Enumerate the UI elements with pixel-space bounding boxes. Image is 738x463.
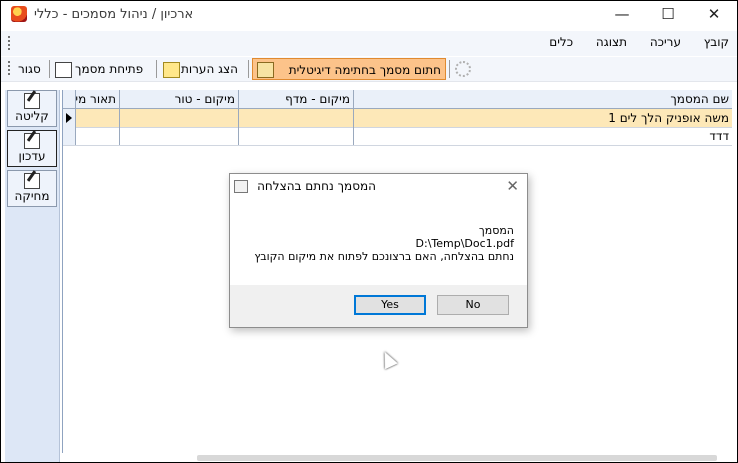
- menu-view[interactable]: תצוגה: [596, 35, 627, 49]
- no-button[interactable]: No: [437, 295, 509, 315]
- toolbar-separator: [449, 60, 450, 78]
- dialog-close-icon[interactable]: ✕: [506, 177, 519, 195]
- dialog-app-icon: [234, 180, 248, 193]
- grid-header: שם המסמך מיקום - מדף מיקום - טור תאור מי: [63, 90, 732, 109]
- menu-bar: קובץ עריכה תצוגה כלים: [1, 31, 737, 56]
- toolbar-separator: [49, 60, 50, 78]
- dialog-title: המסמך נחתם בהצלחה: [257, 179, 376, 193]
- open-document-icon: [55, 62, 72, 78]
- menu-edit[interactable]: עריכה: [650, 35, 681, 49]
- dialog-line-document: המסמך: [478, 224, 514, 237]
- yes-button[interactable]: Yes: [354, 295, 426, 315]
- toolbar-separator: [156, 60, 157, 78]
- cell-shelf[interactable]: [238, 109, 353, 127]
- window-title: ארכיון / ניהול מסמכים - כללי: [34, 7, 194, 22]
- show-notes-button[interactable]: הצג הערות: [181, 58, 238, 80]
- main-window: ארכיון / ניהול מסמכים - כללי — ☐ ✕ קובץ …: [0, 0, 738, 463]
- cell-column[interactable]: [119, 127, 238, 145]
- update-icon: [24, 133, 40, 149]
- cell-document-name[interactable]: משה אופניק הלך לים 1: [353, 109, 732, 127]
- add-label: קליטה: [15, 109, 49, 123]
- menu-grip-icon[interactable]: [7, 35, 11, 51]
- update-button[interactable]: עדכון: [7, 130, 57, 167]
- toolbar-separator: [248, 60, 249, 78]
- column-header-document-name[interactable]: שם המסמך: [353, 90, 732, 108]
- table-row[interactable]: דדד: [63, 127, 732, 146]
- close-window-button[interactable]: ✕: [691, 1, 737, 30]
- table-row[interactable]: משה אופניק הלך לים 1: [63, 109, 732, 128]
- update-label: עדכון: [18, 149, 46, 163]
- cell-shelf[interactable]: [238, 127, 353, 145]
- settings-gear-icon: [455, 61, 471, 77]
- cell-column[interactable]: [119, 109, 238, 127]
- delete-button[interactable]: מחיקה: [7, 170, 57, 207]
- add-icon: [24, 93, 40, 109]
- close-button[interactable]: סגור: [18, 58, 41, 80]
- digital-sign-label: חתום מסמך בחתימה דיגיטלית: [288, 63, 441, 77]
- title-bar: ארכיון / ניהול מסמכים - כללי — ☐ ✕: [1, 1, 737, 30]
- menu-items: קובץ עריכה תצוגה כלים: [530, 35, 729, 49]
- toolbar-grip-icon[interactable]: [7, 60, 11, 76]
- open-document-button[interactable]: פתיחת מסמך: [75, 58, 143, 80]
- add-button[interactable]: קליטה: [7, 90, 57, 127]
- notes-icon: [163, 62, 180, 78]
- maximize-button[interactable]: ☐: [645, 1, 691, 30]
- dialog-message: המסמך D:\Temp\Doc1.pdf נחתם בהצלחה, האם …: [254, 224, 514, 263]
- app-icon: [11, 6, 27, 22]
- horizontal-scrollbar[interactable]: [62, 453, 732, 462]
- sign-success-dialog: המסמך נחתם בהצלחה ✕ המסמך D:\Temp\Doc1.p…: [229, 173, 528, 328]
- dialog-line-question: נחתם בהצלחה, האם ברצונכם לפתוח את מיקום …: [254, 250, 514, 263]
- column-header-shelf[interactable]: מיקום - מדף: [238, 90, 353, 108]
- cell-description[interactable]: [75, 109, 119, 127]
- dialog-footer: Yes No: [230, 285, 527, 327]
- delete-label: מחיקה: [14, 189, 50, 203]
- column-header-description[interactable]: תאור מי: [75, 90, 119, 108]
- scroll-thumb[interactable]: [197, 455, 717, 461]
- digital-sign-button[interactable]: חתום מסמך בחתימה דיגיטלית: [252, 58, 446, 80]
- sign-pen-icon: [257, 62, 274, 78]
- toolbar: סגור פתיחת מסמך הצג הערות חתום מסמך בחתי…: [1, 57, 737, 82]
- minimize-button[interactable]: —: [599, 1, 645, 30]
- menu-file[interactable]: קובץ: [704, 35, 729, 49]
- menu-tools[interactable]: כלים: [549, 35, 573, 49]
- cell-description[interactable]: [75, 127, 119, 145]
- dialog-line-path: D:\Temp\Doc1.pdf: [415, 237, 514, 250]
- cell-document-name[interactable]: דדד: [353, 127, 732, 145]
- delete-icon: [24, 173, 40, 189]
- column-header-column[interactable]: מיקום - טור: [119, 90, 238, 108]
- side-panel: קליטה עדכון מחיקה: [5, 90, 60, 462]
